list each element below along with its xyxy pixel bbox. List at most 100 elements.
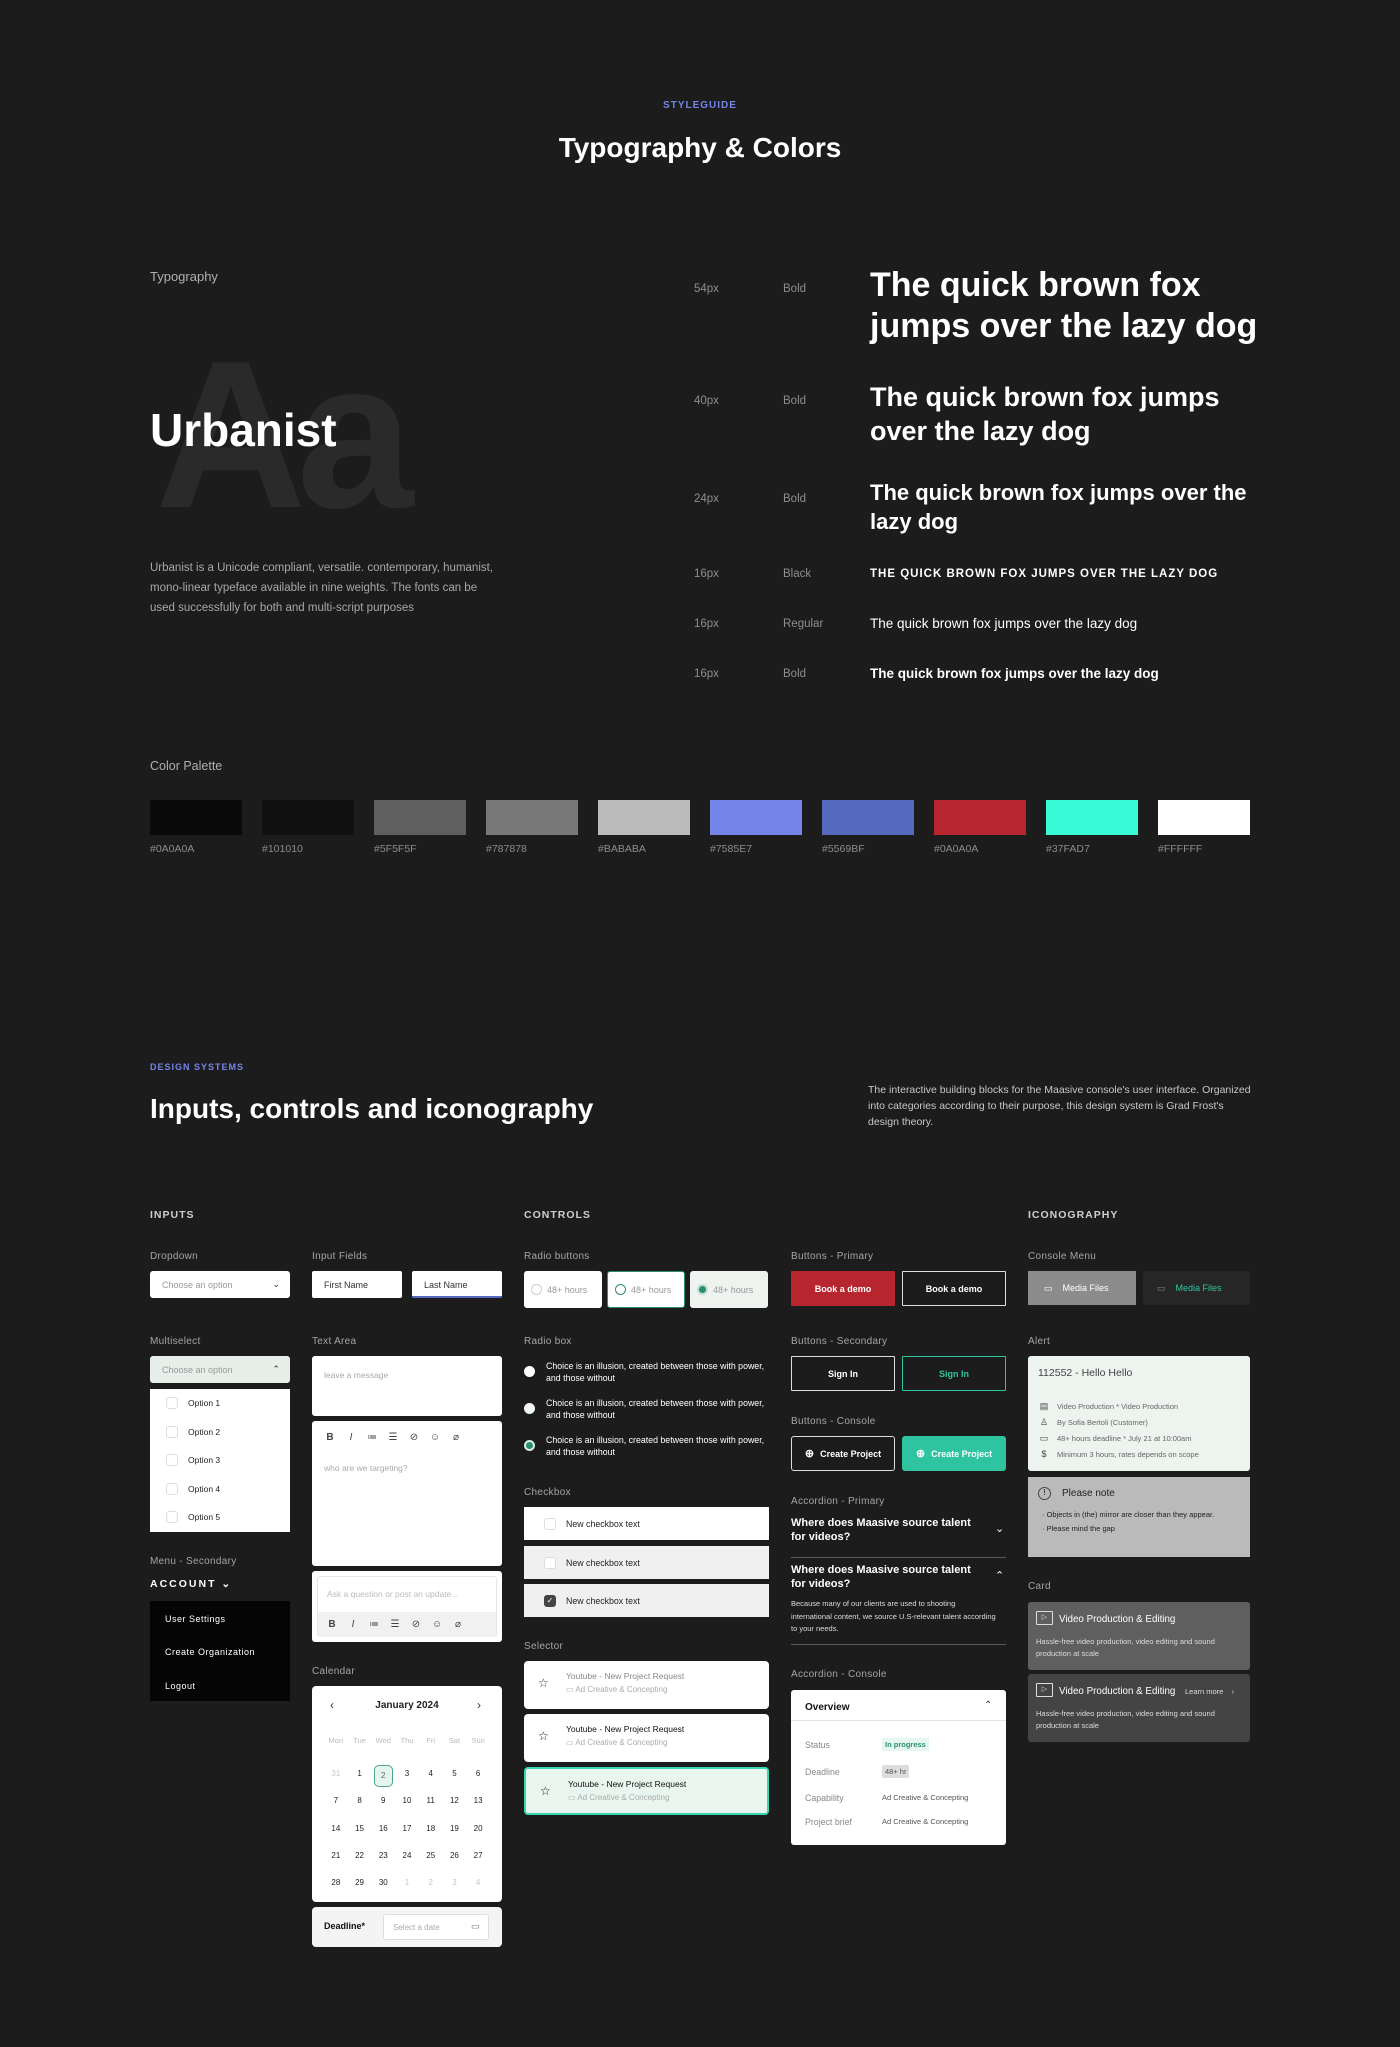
attachment-icon[interactable]: ⌀ — [450, 1432, 462, 1443]
selector-hover[interactable]: ☆ Youtube - New Project Request ▭ Ad Cre… — [524, 1714, 769, 1762]
accordion-question-expanded[interactable]: Where does Maasive source talent for vid… — [791, 1563, 971, 1591]
last-name-input[interactable]: Last Name — [412, 1271, 502, 1298]
bold-icon[interactable]: B — [324, 1432, 336, 1443]
bullet-list-icon[interactable]: ≔ — [368, 1619, 380, 1630]
calendar-day[interactable]: 24 — [395, 1847, 419, 1874]
multiselect-option[interactable]: Option 1 — [150, 1389, 290, 1418]
service-card-with-link[interactable]: ▷ Video Production & Editing Learn more … — [1028, 1674, 1250, 1742]
checkbox-checked[interactable]: ✓ New checkbox text — [524, 1584, 769, 1617]
checkbox-checked-icon: ✓ — [544, 1594, 556, 1607]
calendar-day-selected[interactable]: 2 — [371, 1765, 395, 1792]
bullet-list-icon[interactable]: ≔ — [366, 1432, 378, 1443]
create-project-button[interactable]: ⊕ Create Project — [791, 1436, 895, 1471]
calendar-day[interactable]: 7 — [324, 1792, 348, 1819]
calendar-day[interactable]: 28 — [324, 1874, 348, 1901]
service-card[interactable]: ▷ Video Production & Editing Hassle-free… — [1028, 1602, 1250, 1670]
checkbox-hover[interactable]: New checkbox text — [524, 1546, 769, 1579]
calendar-day[interactable]: 15 — [348, 1820, 372, 1847]
checkbox-default[interactable]: New checkbox text — [524, 1507, 769, 1540]
calendar-day[interactable]: 22 — [348, 1847, 372, 1874]
multiselect-option[interactable]: Option 2 — [150, 1418, 290, 1447]
calendar-day[interactable]: 1 — [348, 1765, 372, 1792]
italic-icon[interactable]: I — [345, 1432, 357, 1443]
calendar-day[interactable]: 16 — [371, 1820, 395, 1847]
calendar-day[interactable]: 23 — [371, 1847, 395, 1874]
radio-box-option-selected[interactable]: Choice is an illusion, created between t… — [524, 1434, 774, 1458]
calendar-day[interactable]: 9 — [371, 1792, 395, 1819]
radio-box-option[interactable]: Choice is an illusion, created between t… — [524, 1397, 774, 1421]
link-icon[interactable]: ⊘ — [408, 1432, 420, 1443]
accordion-title[interactable]: Overview — [805, 1702, 849, 1713]
calendar-day[interactable]: 2 — [419, 1874, 443, 1901]
sign-in-button-green[interactable]: Sign In — [902, 1356, 1006, 1391]
calendar-day[interactable]: 31 — [324, 1765, 348, 1792]
book-demo-button-filled[interactable]: Book a demo — [791, 1271, 895, 1306]
accordion-question-collapsed[interactable]: Where does Maasive source talent for vid… — [791, 1516, 971, 1544]
rich-text-editor[interactable]: B I ≔ ☰ ⊘ ☺ ⌀ who are we targeting? — [312, 1421, 502, 1566]
account-menu-trigger[interactable]: ACCOUNT ⌄ — [150, 1578, 232, 1590]
radio-box-text: Choice is an illusion, created between t… — [546, 1435, 765, 1457]
calendar-day[interactable]: 26 — [443, 1847, 467, 1874]
date-input[interactable]: Select a date ▭ — [383, 1914, 489, 1940]
calendar-day[interactable]: 20 — [466, 1820, 490, 1847]
comment-editor[interactable]: Ask a question or post an update .. B I … — [312, 1571, 502, 1642]
radio-box-option[interactable]: Choice is an illusion, created between t… — [524, 1360, 774, 1384]
day-number: 2 — [373, 1765, 393, 1787]
calendar-day[interactable]: 8 — [348, 1792, 372, 1819]
menu-item-create-organization[interactable]: Create Organization — [165, 1647, 255, 1657]
link-icon[interactable]: ⊘ — [410, 1619, 422, 1630]
multiselect-option[interactable]: Option 3 — [150, 1446, 290, 1475]
calendar-day[interactable]: 6 — [466, 1765, 490, 1792]
sign-in-button[interactable]: Sign In — [791, 1356, 895, 1391]
selector-selected[interactable]: ☆ Youtube - New Project Request ▭ Ad Cre… — [524, 1767, 769, 1815]
calendar-day[interactable]: 27 — [466, 1847, 490, 1874]
calendar-day[interactable]: 4 — [466, 1874, 490, 1901]
calendar-day[interactable]: 5 — [443, 1765, 467, 1792]
radio-button-selected[interactable]: 48+ hours — [690, 1271, 768, 1308]
radio-button-hover[interactable]: 48+ hours — [607, 1271, 685, 1308]
multiselect-option[interactable]: Option 4 — [150, 1475, 290, 1504]
radio-button-default[interactable]: 48+ hours — [524, 1271, 602, 1308]
calendar-day[interactable]: 19 — [443, 1820, 467, 1847]
console-menu-item-hover[interactable]: ▭ Media Files — [1143, 1271, 1250, 1305]
emoji-icon[interactable]: ☺ — [431, 1619, 443, 1630]
calendar-day[interactable]: 25 — [419, 1847, 443, 1874]
calendar-day[interactable]: 3 — [395, 1765, 419, 1792]
learn-more-link[interactable]: Learn more › — [1185, 1687, 1234, 1696]
calendar-day[interactable]: 3 — [443, 1874, 467, 1901]
italic-icon[interactable]: I — [347, 1619, 359, 1630]
numbered-list-icon[interactable]: ☰ — [389, 1619, 401, 1630]
calendar-day[interactable]: 14 — [324, 1820, 348, 1847]
bold-icon[interactable]: B — [326, 1619, 338, 1630]
chevron-up-icon[interactable]: ⌃ — [995, 1569, 1004, 1582]
emoji-icon[interactable]: ☺ — [429, 1432, 441, 1443]
calendar-day[interactable]: 30 — [371, 1874, 395, 1901]
dropdown-select[interactable]: Choose an option ⌄ — [150, 1271, 290, 1298]
multiselect-select[interactable]: Choose an option ⌃ — [150, 1356, 290, 1383]
day-number: 15 — [355, 1823, 365, 1833]
calendar-day[interactable]: 17 — [395, 1820, 419, 1847]
chevron-up-icon[interactable]: ⌃ — [984, 1700, 992, 1711]
numbered-list-icon[interactable]: ☰ — [387, 1432, 399, 1443]
calendar-day[interactable]: 10 — [395, 1792, 419, 1819]
console-menu-item-active[interactable]: ▭ Media Files — [1028, 1271, 1136, 1305]
selector-default[interactable]: ☆ Youtube - New Project Request ▭ Ad Cre… — [524, 1661, 769, 1709]
calendar-day[interactable]: 1 — [395, 1874, 419, 1901]
calendar-day[interactable]: 21 — [324, 1847, 348, 1874]
menu-item-logout[interactable]: Logout — [165, 1681, 196, 1691]
calendar-day[interactable]: 18 — [419, 1820, 443, 1847]
multiselect-option[interactable]: Option 5 — [150, 1503, 290, 1532]
menu-item-user-settings[interactable]: User Settings — [165, 1614, 226, 1624]
book-demo-button-outline[interactable]: Book a demo — [902, 1271, 1006, 1306]
calendar-day[interactable]: 12 — [443, 1792, 467, 1819]
chevron-down-icon[interactable]: ⌄ — [995, 1522, 1004, 1535]
calendar-day[interactable]: 13 — [466, 1792, 490, 1819]
create-project-button-green[interactable]: ⊕ Create Project — [902, 1436, 1006, 1471]
first-name-input[interactable]: First Name — [312, 1271, 402, 1298]
attachment-icon[interactable]: ⌀ — [452, 1619, 464, 1630]
calendar-day[interactable]: 4 — [419, 1765, 443, 1792]
next-month-icon[interactable]: › — [477, 1698, 481, 1712]
calendar-day[interactable]: 29 — [348, 1874, 372, 1901]
message-textarea[interactable]: leave a message — [312, 1356, 502, 1416]
calendar-day[interactable]: 11 — [419, 1792, 443, 1819]
